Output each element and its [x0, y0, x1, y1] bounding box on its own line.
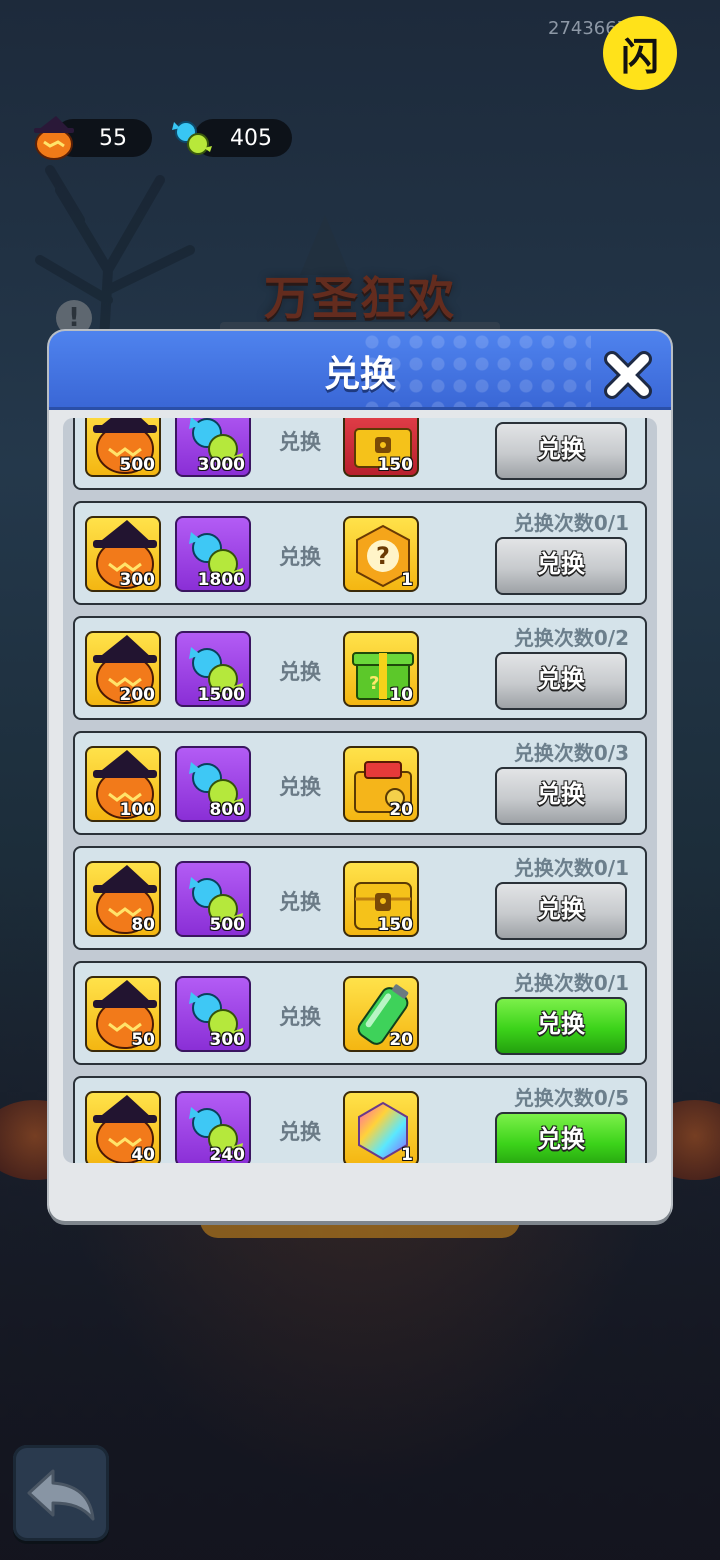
- puzzle-chest-icon: 20: [343, 746, 419, 822]
- pumpkin-cost: 200: [119, 685, 156, 705]
- candy-icon: [172, 121, 212, 155]
- exchange-row: 200 1500 兑换 ? 10 兑换次数0/2 兑换: [73, 616, 647, 720]
- exchange-arrow-label: 兑换: [279, 1005, 321, 1029]
- pumpkin-cost: 50: [131, 1030, 155, 1050]
- red-locked-chest-icon: 150: [343, 418, 419, 477]
- pumpkin-cost: 80: [131, 915, 155, 935]
- pumpkin-count: 55: [99, 125, 127, 151]
- pumpkin-cost: 100: [119, 800, 156, 820]
- candy-icon: 240: [175, 1091, 251, 1163]
- green-mystery-gift-icon: ? 10: [343, 631, 419, 707]
- exchange-count: 兑换次数0/1: [513, 856, 629, 880]
- reward-qty: 1: [401, 570, 413, 590]
- witch-pumpkin-icon: 200: [85, 631, 161, 707]
- exchange-count: 兑换次数0/5: [513, 1086, 629, 1110]
- exchange-count: 兑换次数0/1: [513, 971, 629, 995]
- exchange-list[interactable]: 500 3000 兑换 150 兑换 300 1800 兑换 ? 1 兑换次数0…: [63, 418, 657, 1163]
- candy-cost: 1800: [197, 570, 245, 590]
- witch-pumpkin-icon: 500: [85, 418, 161, 477]
- witch-pumpkin-icon: 300: [85, 516, 161, 592]
- exchange-row: 300 1800 兑换 ? 1 兑换次数0/1 兑换: [73, 501, 647, 605]
- reward-qty: 20: [389, 1030, 413, 1050]
- exchange-row: 100 800 兑换 20 兑换次数0/3 兑换: [73, 731, 647, 835]
- reward-qty: 1: [401, 1145, 413, 1163]
- exchange-button[interactable]: 兑换: [495, 882, 627, 940]
- candy-icon: 300: [175, 976, 251, 1052]
- reward-qty: 150: [377, 455, 414, 475]
- mystery-question-badge-icon: ? 1: [343, 516, 419, 592]
- back-arrow-icon: [27, 1469, 95, 1521]
- reward-qty: 10: [389, 685, 413, 705]
- witch-pumpkin-icon: 50: [85, 976, 161, 1052]
- candy-icon: 1800: [175, 516, 251, 592]
- exchange-button[interactable]: 兑换: [495, 767, 627, 825]
- candy-icon: 1500: [175, 631, 251, 707]
- energy-battery-icon: 20: [343, 976, 419, 1052]
- exchange-row: 40 240 兑换 1 兑换次数0/5 兑换: [73, 1076, 647, 1163]
- exchange-arrow-label: 兑换: [279, 890, 321, 914]
- exchange-row: 50 300 兑换 20 兑换次数0/1 兑换: [73, 961, 647, 1065]
- witch-pumpkin-icon: 80: [85, 861, 161, 937]
- exchange-arrow-label: 兑换: [279, 775, 321, 799]
- panel-title: 兑换: [323, 354, 396, 395]
- event-title: 万圣狂欢: [264, 271, 456, 325]
- candy-cost: 300: [209, 1030, 246, 1050]
- exchange-panel: 兑换 500 3000 兑换 150 兑换 300 1800 兑换 ? 1 兑换…: [49, 331, 671, 1221]
- reward-qty: 20: [389, 800, 413, 820]
- back-button[interactable]: [13, 1445, 109, 1541]
- svg-text:?: ?: [376, 542, 390, 570]
- exchange-button[interactable]: 兑换: [495, 1112, 627, 1163]
- candy-icon: 3000: [175, 418, 251, 477]
- pumpkin-cost: 40: [131, 1145, 155, 1163]
- panel-header: 兑换: [49, 331, 671, 410]
- candy-cost: 800: [209, 800, 246, 820]
- candy-icon: 800: [175, 746, 251, 822]
- witch-pumpkin-icon: 40: [85, 1091, 161, 1163]
- witch-pumpkin-icon: [34, 116, 74, 160]
- candy-icon: 500: [175, 861, 251, 937]
- exchange-arrow-label: 兑换: [279, 1120, 321, 1144]
- candy-cost: 500: [209, 915, 246, 935]
- exchange-row: 80 500 兑换 150 兑换次数0/1 兑换: [73, 846, 647, 950]
- candy-count: 405: [230, 125, 272, 151]
- exchange-arrow-label: 兑换: [279, 430, 321, 454]
- pumpkin-cost: 500: [119, 455, 156, 475]
- exchange-count: 兑换次数0/3: [513, 741, 629, 765]
- exchange-row: 500 3000 兑换 150 兑换: [73, 418, 647, 490]
- reward-qty: 150: [377, 915, 414, 935]
- exchange-count: 兑换次数0/1: [513, 511, 629, 535]
- candy-cost: 1500: [197, 685, 245, 705]
- svg-text:?: ?: [369, 673, 379, 694]
- exchange-count: 兑换次数0/2: [513, 626, 629, 650]
- exchange-button[interactable]: 兑换: [495, 997, 627, 1055]
- candy-cost: 240: [209, 1145, 246, 1163]
- exchange-arrow-label: 兑换: [279, 660, 321, 684]
- rainbow-gem-icon: 1: [343, 1091, 419, 1163]
- witch-pumpkin-icon: 100: [85, 746, 161, 822]
- close-x-icon[interactable]: [602, 349, 654, 401]
- pumpkin-cost: 300: [119, 570, 156, 590]
- exchange-arrow-label: 兑换: [279, 545, 321, 569]
- exchange-button[interactable]: 兑换: [495, 652, 627, 710]
- app-logo-icon[interactable]: 闪: [603, 16, 677, 90]
- candy-cost: 3000: [197, 455, 245, 475]
- gold-locked-chest-icon: 150: [343, 861, 419, 937]
- exchange-button[interactable]: 兑换: [495, 422, 627, 480]
- exchange-button[interactable]: 兑换: [495, 537, 627, 595]
